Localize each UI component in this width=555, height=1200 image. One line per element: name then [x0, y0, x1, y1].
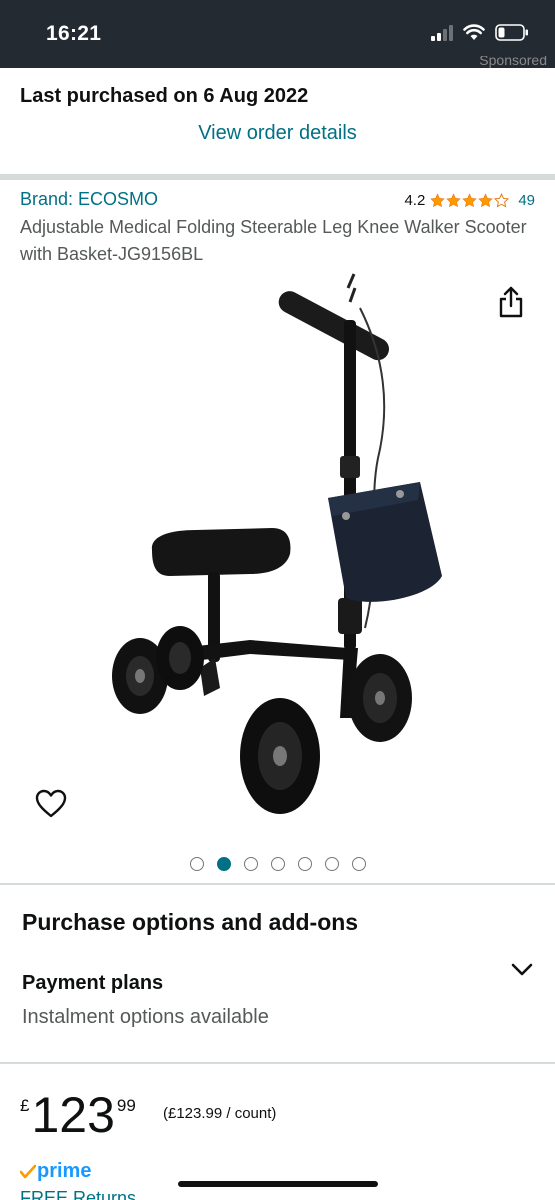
section-divider: [0, 1062, 555, 1064]
rating-value: 4.2: [404, 192, 426, 209]
price-fraction: 99: [116, 1096, 136, 1115]
carousel-dot[interactable]: [351, 857, 366, 871]
brand-link[interactable]: Brand: ECOSMO: [20, 189, 158, 210]
price-currency: £: [20, 1096, 30, 1115]
battery-icon: [495, 24, 528, 41]
star-rating: [430, 193, 510, 208]
carousel-dot[interactable]: [189, 857, 204, 871]
carousel-dot[interactable]: [270, 857, 285, 871]
star-full-icon: [430, 193, 446, 208]
carousel-dot[interactable]: [216, 857, 231, 871]
status-bar: 16:21: [0, 0, 555, 68]
unit-price: (£123.99 / count): [163, 1105, 277, 1122]
image-carousel-indicator[interactable]: [0, 857, 555, 871]
section-divider: [0, 883, 555, 885]
star-full-icon: [446, 193, 462, 208]
prime-label: prime: [37, 1160, 92, 1182]
payment-plans-toggle[interactable]: Payment plans: [22, 972, 163, 995]
heart-icon[interactable]: [35, 789, 67, 819]
star-full-icon: [462, 193, 478, 208]
purchase-options-heading: Purchase options and add-ons: [22, 909, 359, 935]
home-indicator[interactable]: [178, 1181, 378, 1187]
rating-count: 49: [518, 192, 535, 209]
product-image[interactable]: [100, 268, 450, 833]
free-returns-link[interactable]: FREE Returns: [20, 1188, 136, 1200]
share-icon[interactable]: [497, 286, 525, 318]
prime-check-icon: [20, 1164, 36, 1178]
view-order-details-link[interactable]: View order details: [0, 122, 555, 145]
chevron-down-icon[interactable]: [510, 961, 534, 979]
carousel-dot[interactable]: [297, 857, 312, 871]
carousel-dot[interactable]: [243, 857, 258, 871]
last-purchased-text: Last purchased on 6 Aug 2022: [20, 85, 309, 107]
carousel-dot[interactable]: [324, 857, 339, 871]
status-icons: [431, 24, 529, 41]
star-empty-icon: [494, 193, 510, 208]
wifi-icon: [463, 24, 485, 40]
sponsored-label[interactable]: Sponsored: [479, 56, 547, 70]
product-title: Adjustable Medical Folding Steerable Leg…: [20, 217, 527, 264]
star-full-icon: [478, 193, 494, 208]
prime-badge: prime: [20, 1160, 91, 1183]
price-whole: 123: [31, 1087, 115, 1143]
status-time: 16:21: [46, 22, 102, 45]
price: £ 123 99: [20, 1090, 136, 1140]
section-divider: [0, 174, 555, 180]
cellular-signal-icon: [431, 24, 453, 41]
rating-summary[interactable]: 4.2 49: [404, 192, 535, 209]
instalment-text: Instalment options available: [22, 1006, 269, 1028]
